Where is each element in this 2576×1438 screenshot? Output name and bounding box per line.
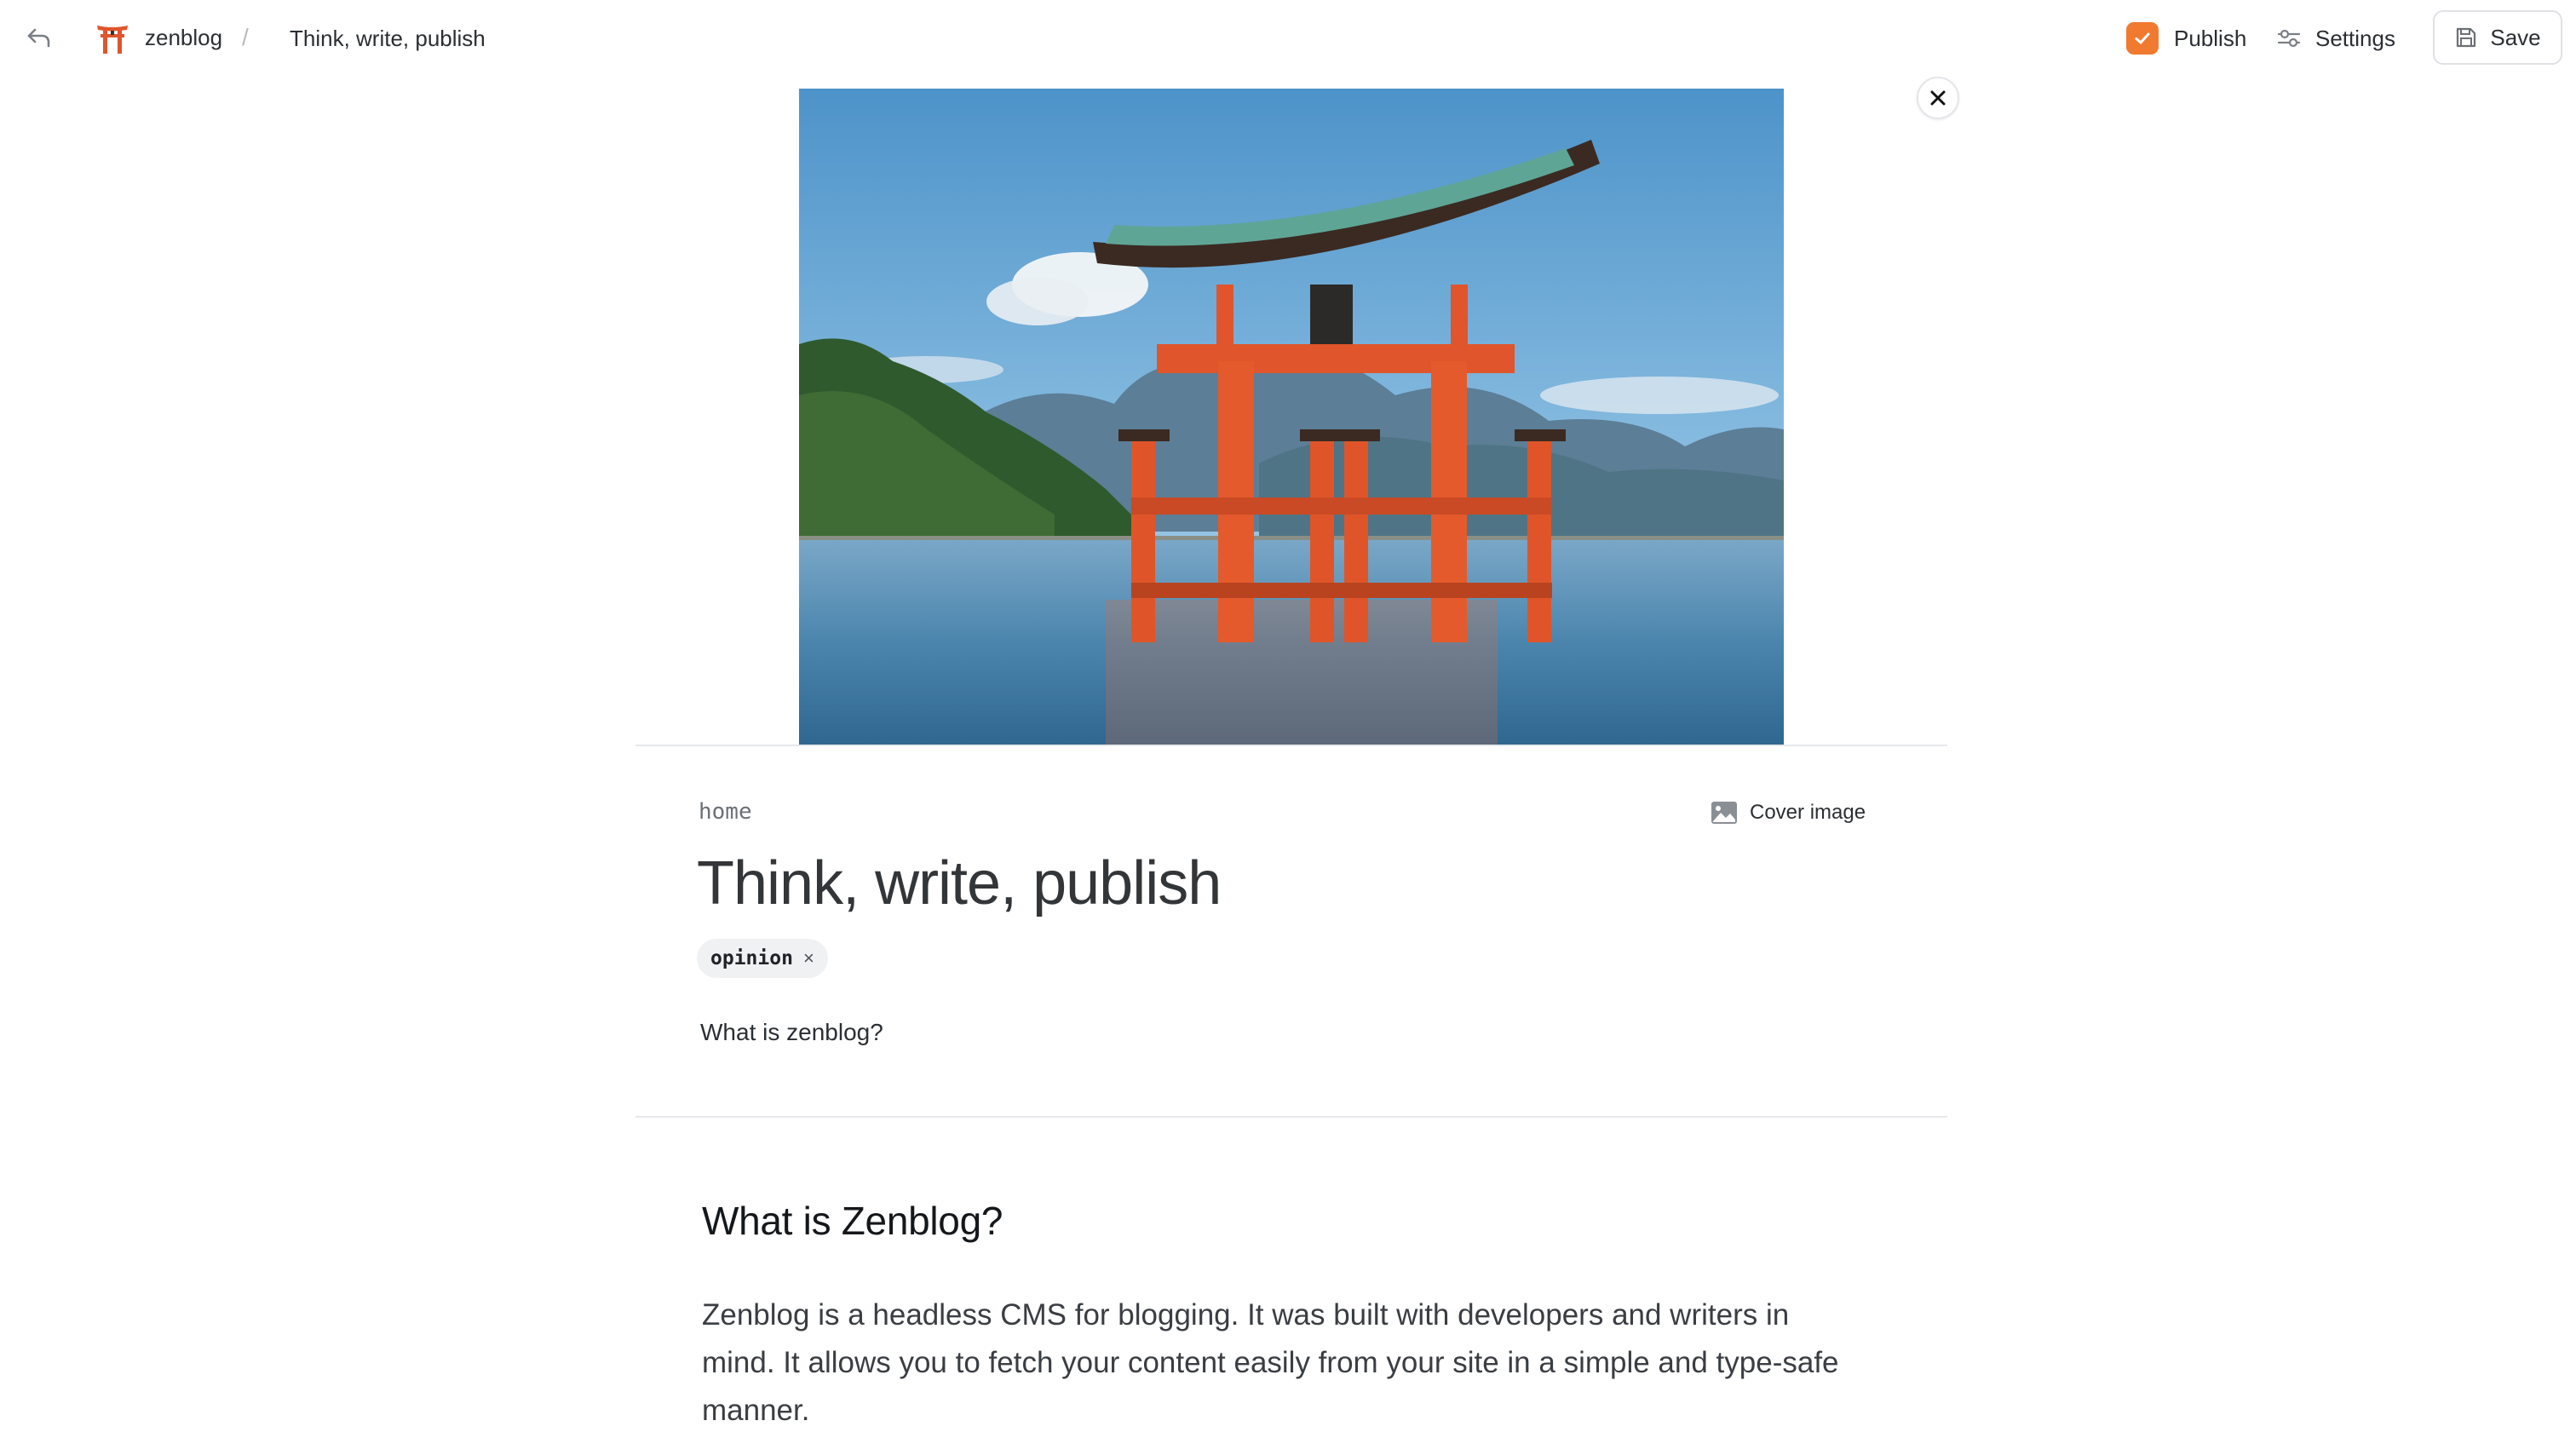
post-slug[interactable]: home [699,799,752,825]
brand-link[interactable]: zenblog [94,19,222,56]
save-label: Save [2490,24,2541,50]
publish-label: Publish [2174,25,2247,51]
tag-remove-button[interactable]: × [803,949,814,968]
tag-label: opinion [710,947,793,969]
check-icon [2126,22,2159,55]
sliders-icon [2277,29,2301,48]
cover-divider [635,745,1947,746]
image-icon [1711,802,1737,824]
cover-image [799,89,1784,745]
brand-name: zenblog [145,24,223,50]
content-paragraph[interactable]: Zenblog is a headless CMS for blogging. … [702,1291,1843,1435]
cover-image-button[interactable]: Cover image [1711,797,1866,828]
close-icon [1930,90,1946,106]
post-title[interactable]: Think, write, publish [697,848,1222,918]
cover-image-label: Cover image [1750,801,1866,824]
undo-arrow-icon [27,28,50,48]
remove-cover-button[interactable] [1917,77,1959,119]
settings-label: Settings [2315,25,2395,51]
breadcrumb-separator: / [242,24,249,50]
torii-gate-icon [94,19,131,56]
post-excerpt[interactable]: What is zenblog? [700,1019,883,1046]
settings-button[interactable]: Settings [2276,20,2395,56]
tag-chip: opinion × [697,939,828,978]
back-button[interactable] [22,22,56,53]
top-bar: zenblog / Think, write, publish Publish … [0,0,2576,75]
floppy-disk-icon [2457,27,2476,48]
publish-button[interactable]: Publish [2126,20,2246,56]
meta-divider [635,1116,1947,1118]
breadcrumb-current: Think, write, publish [290,26,486,51]
content-heading[interactable]: What is Zenblog? [702,1198,1003,1244]
save-button[interactable]: Save [2433,10,2562,65]
